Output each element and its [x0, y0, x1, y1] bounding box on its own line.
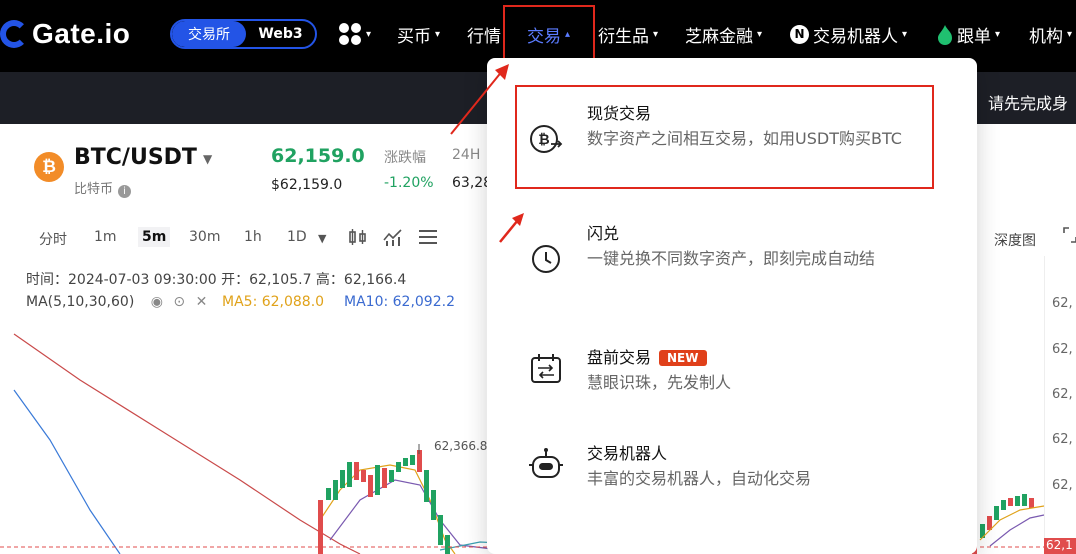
nav-item-trading-bots[interactable]: N 交易机器人 ▾ — [790, 22, 907, 47]
menu-item-desc: 丰富的交易机器人，自动化交易 — [587, 469, 812, 488]
timeframe-1m[interactable]: 1m — [94, 229, 117, 245]
depth-chart-tab[interactable]: 深度图 — [994, 230, 1036, 250]
ohlc-readout: 时间：2024-07-03 09:30:00 开：62,105.7 高：62,1… — [26, 272, 407, 288]
y-tick: 62, — [1052, 432, 1073, 447]
menu-item-title: 交易机器人 — [587, 444, 668, 463]
timeframe-1h[interactable]: 1h — [244, 229, 262, 245]
ma-line-blue — [13, 389, 121, 554]
fullscreen-icon[interactable] — [1062, 226, 1076, 249]
y-tick: 62, — [1052, 296, 1073, 311]
chevron-down-icon: ▾ — [995, 29, 1001, 40]
robot-icon — [529, 448, 563, 478]
settings-icon[interactable]: ⊙ — [173, 294, 185, 310]
close-icon[interactable]: ✕ — [196, 294, 208, 310]
exchange-web3-toggle: 交易所 Web3 — [170, 19, 317, 49]
nav-label: 交易机器人 — [813, 27, 898, 47]
chevron-down-icon: ▾ — [902, 29, 908, 40]
ma-legend: MA(5,10,30,60) ◉ ⊙ ✕ — [26, 294, 207, 310]
ma10-value: MA10: 62,092.2 — [344, 294, 455, 310]
annotation-arrow-icon — [499, 213, 524, 243]
coin-name-text: 比特币 — [74, 182, 114, 197]
candle-type-icon — [349, 229, 366, 245]
menu-item-desc: 慧眼识珠，先发制人 — [587, 373, 732, 392]
grid-icon — [339, 23, 361, 45]
chevron-down-icon: ▾ — [757, 29, 763, 40]
chevron-down-icon: ▾ — [653, 29, 659, 40]
bot-logo-icon: N — [790, 25, 809, 44]
brand-logo[interactable]: Gate.io — [0, 14, 130, 54]
flame-icon — [938, 24, 952, 45]
menu-item-pre-market[interactable]: 盘前交易 NEW 慧眼识珠，先发制人 — [487, 342, 977, 402]
menu-item-desc: 一键兑换不同数字资产，即刻完成自动结 — [587, 249, 876, 268]
spot-trading-highlight — [515, 85, 934, 189]
y-tick: 62, — [1052, 387, 1073, 402]
ma5-value: MA5: 62,088.0 — [222, 294, 325, 310]
new-badge: NEW — [659, 350, 707, 366]
web3-tab[interactable]: Web3 — [246, 21, 315, 47]
info-icon[interactable]: i — [118, 185, 132, 198]
peak-price-label: 62,366.8 — [434, 439, 488, 453]
y-tick: 62, — [1052, 342, 1073, 357]
ma-label: MA(5,10,30,60) — [26, 294, 135, 310]
nav-item-derivatives[interactable]: 衍生品 ▾ — [598, 22, 658, 47]
pre-market-icon — [531, 354, 561, 383]
nav-label: 行情 — [467, 27, 501, 47]
nav-item-markets[interactable]: 行情 — [467, 22, 501, 47]
indicator-icon[interactable] — [383, 228, 403, 251]
last-price-usd: $62,159.0 — [271, 177, 343, 193]
nav-label: 芝麻金融 — [685, 27, 753, 47]
annotation-arrow-icon — [450, 64, 509, 135]
settings-list-icon[interactable] — [418, 228, 438, 251]
nav-item-copy-trading[interactable]: 跟单 ▾ — [937, 22, 1000, 47]
eye-icon[interactable]: ◉ — [151, 294, 163, 310]
expand-icon — [1063, 227, 1076, 243]
menu-item-flash-swap[interactable]: 闪兑 一键兑换不同数字资产，即刻完成自动结 — [487, 218, 977, 298]
exchange-tab[interactable]: 交易所 — [172, 21, 246, 47]
y-tick: 62, — [1052, 478, 1073, 493]
verify-notice[interactable]: 请先完成身 — [988, 90, 1068, 114]
btc-coin-icon: ₿ — [34, 152, 64, 182]
high-24h-label: 24H — [452, 147, 481, 163]
last-price: 62,159.0 — [271, 145, 365, 167]
nav-label: 衍生品 — [598, 27, 649, 47]
chevron-down-icon[interactable]: ▼ — [203, 152, 212, 166]
gate-logo-icon — [0, 20, 28, 48]
chevron-down-icon[interactable]: ▼ — [318, 232, 326, 245]
nav-label: 机构 — [1029, 27, 1063, 47]
chevron-down-icon: ▾ — [435, 29, 441, 40]
timeframe-line[interactable]: 分时 — [39, 229, 67, 249]
timeframe-5m[interactable]: 5m — [138, 227, 171, 247]
change-label: 涨跌幅 — [384, 150, 426, 166]
candlestick-icon[interactable] — [348, 228, 368, 251]
coin-name: 比特币 i — [74, 178, 132, 198]
brand-name: Gate.io — [32, 18, 131, 49]
apps-grid-menu[interactable]: ▾ — [338, 22, 371, 46]
timeframe-1d[interactable]: 1D — [287, 229, 307, 245]
nav-item-buy-crypto[interactable]: 买币 ▾ — [397, 22, 440, 47]
menu-item-trading-bot[interactable]: 交易机器人 丰富的交易机器人，自动化交易 — [487, 438, 977, 498]
ma-line-red — [13, 333, 361, 554]
menu-item-title: 盘前交易 NEW — [587, 344, 707, 368]
nav-label: 跟单 — [957, 27, 991, 47]
chevron-down-icon: ▾ — [1067, 29, 1073, 40]
timeframe-30m[interactable]: 30m — [189, 229, 220, 245]
pair-symbol[interactable]: BTC/USDT — [74, 145, 197, 170]
current-price-tag: 62,1 — [1044, 538, 1076, 554]
nav-label: 买币 — [397, 27, 431, 47]
nav-item-finance[interactable]: 芝麻金融 ▾ — [685, 22, 762, 47]
menu-item-title-text: 盘前交易 — [587, 348, 652, 367]
indicator-chart-icon — [383, 229, 402, 246]
list-icon — [419, 230, 437, 244]
chevron-down-icon: ▾ — [366, 28, 372, 40]
menu-item-title: 闪兑 — [587, 224, 620, 243]
candles-left — [318, 444, 450, 554]
flash-swap-icon — [532, 245, 560, 273]
change-value: -1.20% — [384, 175, 434, 191]
nav-item-institutional[interactable]: 机构 ▾ — [1029, 22, 1072, 47]
